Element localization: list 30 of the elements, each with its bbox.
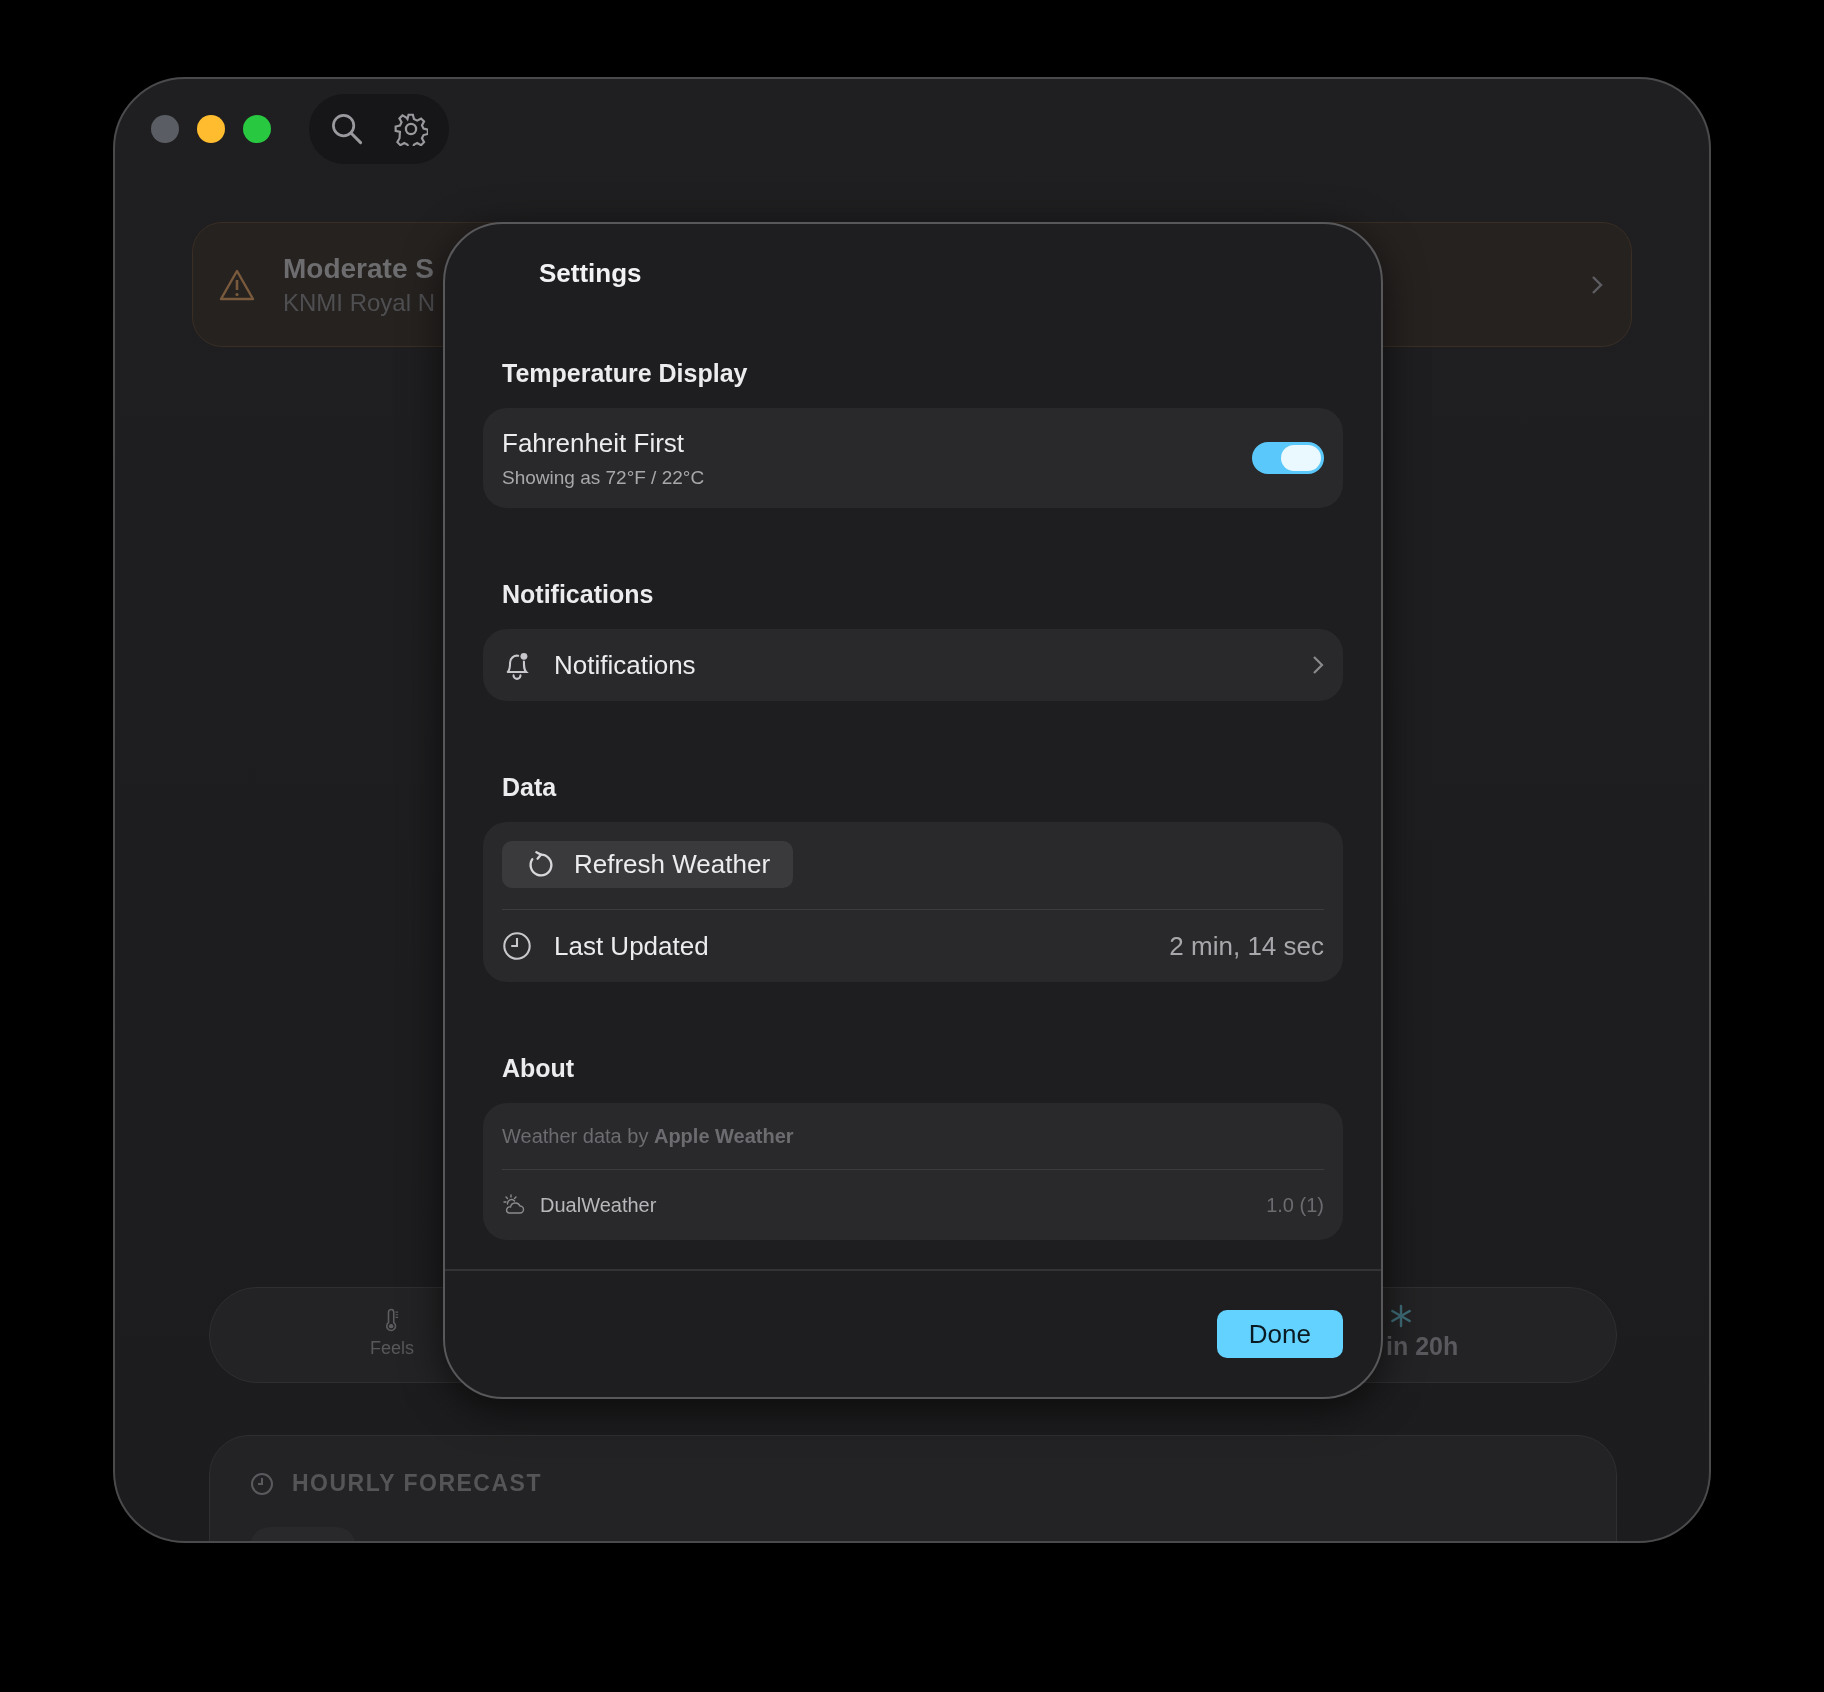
settings-icon[interactable]	[394, 112, 428, 146]
last-updated-label: Last Updated	[554, 930, 710, 962]
alert-title: Moderate S	[283, 252, 434, 285]
window-control[interactable]	[197, 115, 225, 143]
section-heading: Temperature Display	[502, 359, 749, 388]
setting-detail: Showing as 72°F / 22°C	[502, 466, 706, 489]
app-name: DualWeather	[540, 1193, 658, 1217]
clock-icon	[250, 1471, 274, 1496]
warning-icon	[219, 268, 255, 301]
dialog-title: Settings	[539, 258, 643, 289]
notifications-row[interactable]: Notifications	[483, 629, 1343, 701]
last-updated-value: 2 min, 14 sec	[1169, 930, 1324, 962]
chevron-icon	[1591, 274, 1603, 295]
data-credit: Weather data by Apple Weather	[502, 1125, 795, 1148]
done-button[interactable]: Done	[1216, 1310, 1343, 1358]
app-version: 1.0 (1)	[1266, 1193, 1324, 1217]
chevron-icon	[1312, 655, 1324, 675]
refresh-button[interactable]: Refresh Weather	[502, 841, 794, 888]
clock-icon	[502, 931, 532, 961]
section-heading: About	[502, 1054, 576, 1083]
section-heading: Notifications	[502, 580, 655, 609]
window-control[interactable]	[243, 115, 271, 143]
snowflake-icon	[1389, 1304, 1413, 1328]
search-icon[interactable]	[330, 112, 364, 146]
setting-label: Fahrenheit First	[502, 427, 686, 459]
toggle-switch[interactable]	[1252, 442, 1324, 474]
thermometer-icon	[385, 1308, 399, 1332]
refresh-icon	[526, 849, 556, 880]
sun-cloud-icon	[502, 1193, 526, 1217]
section-heading: Data	[502, 773, 558, 802]
